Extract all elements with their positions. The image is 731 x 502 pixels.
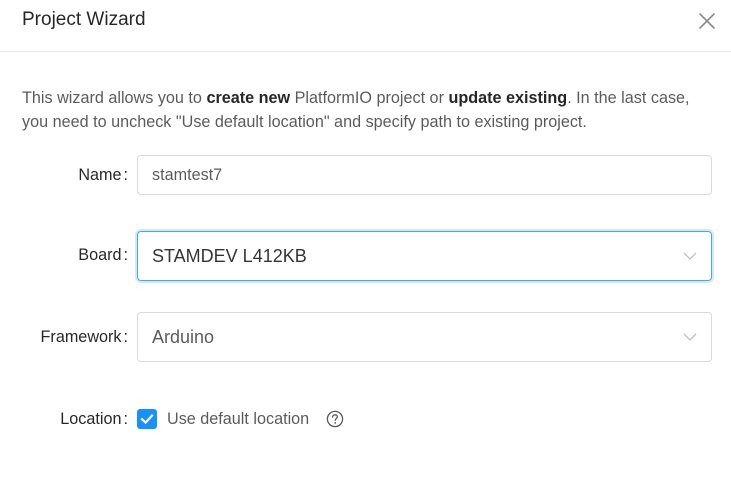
framework-label-text: Framework — [40, 328, 122, 346]
chevron-down-icon — [683, 333, 697, 341]
name-input[interactable] — [137, 155, 712, 195]
project-wizard-dialog: Project Wizard This wizard allows you to… — [0, 0, 731, 502]
framework-select[interactable]: Arduino — [137, 312, 712, 362]
use-default-location-checkbox[interactable] — [137, 409, 157, 429]
framework-label-colon: : — [123, 328, 129, 346]
board-select-value: STAMDEV L412KB — [152, 246, 307, 266]
intro-bold-create-new: create new — [206, 89, 291, 107]
location-label-colon: : — [123, 410, 129, 428]
use-default-location-label[interactable]: Use default location — [167, 407, 309, 431]
location-label-text: Location — [60, 410, 122, 428]
name-label: Name: — [78, 163, 128, 187]
framework-select-value: Arduino — [152, 327, 215, 347]
location-label: Location: — [60, 407, 128, 431]
board-label-colon: : — [123, 246, 129, 264]
name-label-colon: : — [123, 166, 129, 184]
framework-label: Framework: — [41, 325, 128, 349]
dialog-header: Project Wizard — [0, 0, 731, 52]
dialog-title: Project Wizard — [22, 9, 146, 30]
close-icon — [699, 13, 715, 29]
close-button[interactable] — [694, 8, 720, 34]
intro-text: This wizard allows you to create new Pla… — [22, 86, 712, 134]
checkmark-icon — [140, 414, 154, 425]
name-label-text: Name — [78, 166, 122, 184]
chevron-down-icon — [683, 252, 697, 260]
board-label-text: Board — [78, 246, 122, 264]
board-label: Board: — [78, 243, 128, 267]
board-select[interactable]: STAMDEV L412KB — [137, 231, 712, 281]
intro-part-2: PlatformIO project or — [290, 89, 449, 107]
question-circle-icon[interactable] — [326, 410, 344, 428]
intro-part-1: This wizard allows you to — [22, 89, 207, 107]
intro-bold-update-existing: update existing — [448, 89, 568, 107]
